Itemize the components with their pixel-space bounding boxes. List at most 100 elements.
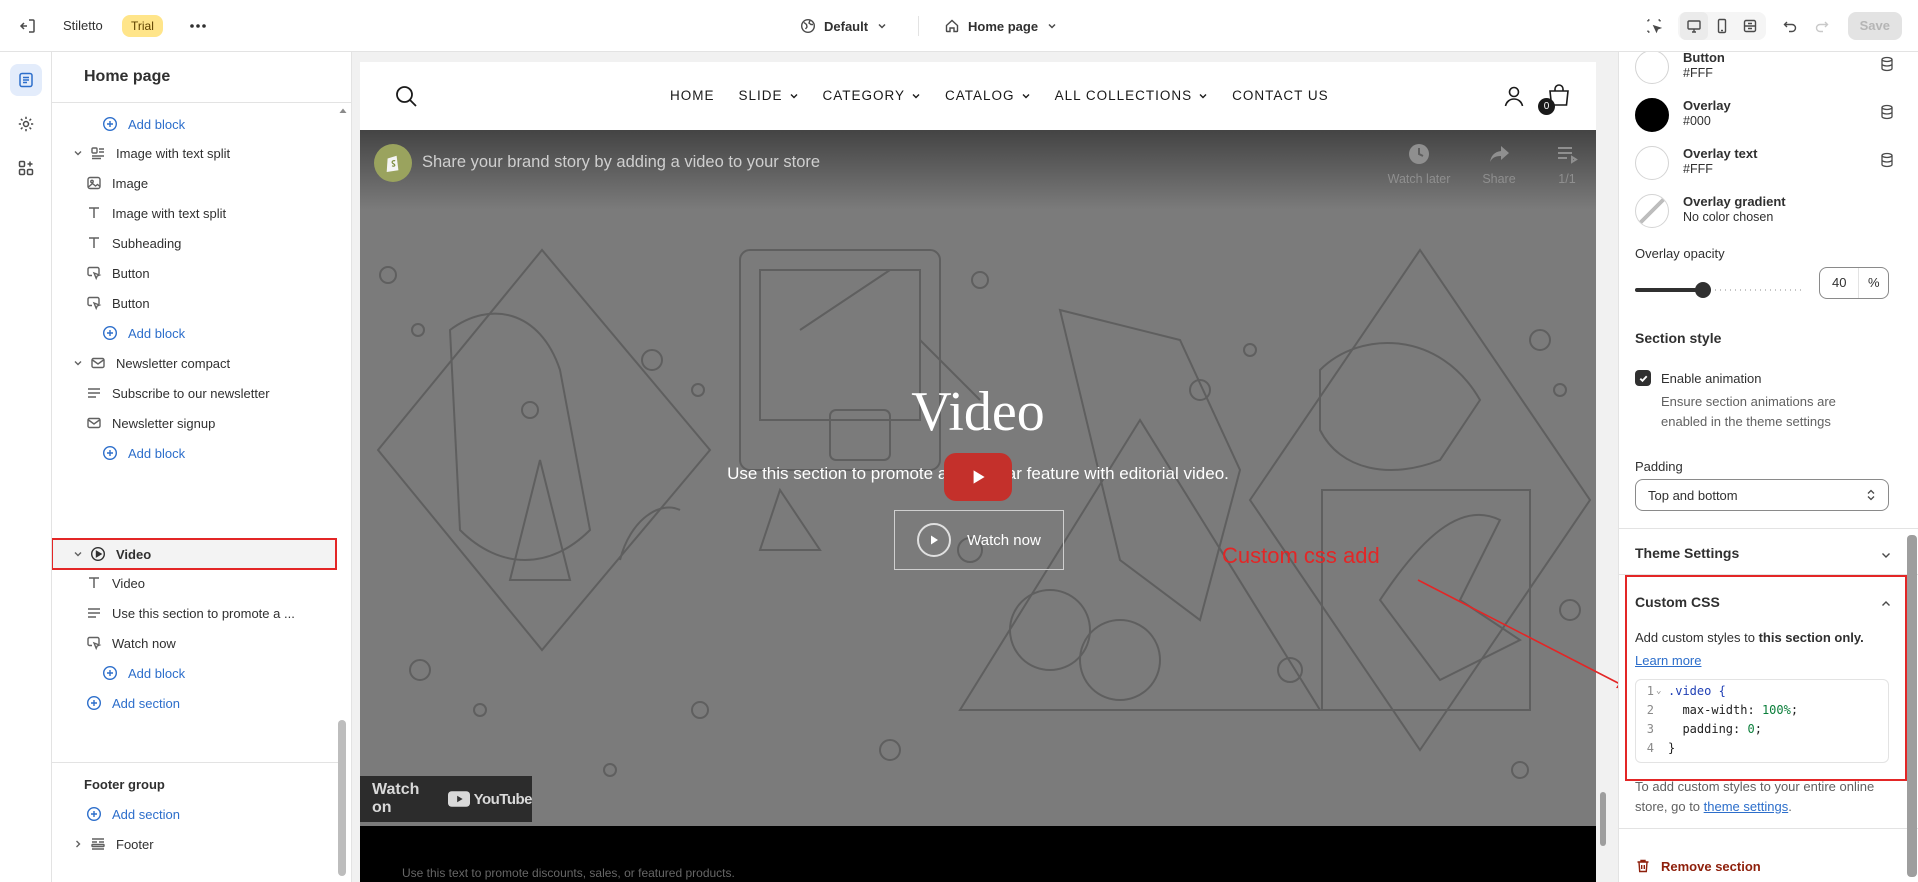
- undo-icon[interactable]: [1776, 12, 1804, 40]
- youtube-icon: [447, 791, 470, 807]
- enable-animation-checkbox[interactable]: [1635, 370, 1651, 386]
- chevron-down-icon[interactable]: [72, 147, 84, 159]
- block-image[interactable]: Image: [86, 168, 148, 198]
- more-options-icon[interactable]: [186, 16, 210, 36]
- custom-css-editor[interactable]: 1 ⌄ .video { 2 max-width: 100%; 3 padding:…: [1635, 679, 1889, 763]
- color-overlay-text[interactable]: Overlay text #FFF: [1635, 142, 1895, 186]
- section-image-with-text-split[interactable]: Image with text split: [72, 138, 230, 168]
- add-block-button[interactable]: Add block: [102, 438, 185, 468]
- color-button[interactable]: Button #FFF: [1635, 52, 1895, 90]
- remove-section-button[interactable]: Remove section: [1635, 858, 1761, 874]
- apps-icon[interactable]: [10, 152, 42, 184]
- overlay-opacity-slider[interactable]: [1635, 282, 1801, 298]
- chevron-down-icon[interactable]: [72, 548, 84, 560]
- add-block-button[interactable]: Add block: [102, 658, 185, 688]
- color-swatch[interactable]: [1635, 146, 1669, 180]
- exit-icon[interactable]: [18, 16, 38, 36]
- nav-item-category[interactable]: CATEGORY: [823, 88, 922, 103]
- color-swatch[interactable]: [1635, 98, 1669, 132]
- footer-add-section-button[interactable]: Add section: [86, 799, 180, 829]
- divider: [52, 102, 351, 103]
- nav-item-contact-us[interactable]: CONTACT US: [1232, 88, 1329, 103]
- color-overlay[interactable]: Overlay #000: [1635, 94, 1895, 138]
- block-button[interactable]: Button: [86, 258, 150, 288]
- playlist-button[interactable]: 1/1: [1532, 142, 1596, 186]
- database-icon[interactable]: [1879, 56, 1895, 72]
- database-icon[interactable]: [1879, 152, 1895, 168]
- gear-icon[interactable]: [10, 108, 42, 140]
- section-newsletter-compact[interactable]: Newsletter compact: [72, 348, 230, 378]
- select-chevron-icon: [1867, 489, 1875, 501]
- redo-icon[interactable]: [1808, 12, 1836, 40]
- color-swatch-empty[interactable]: [1635, 194, 1669, 228]
- custom-css-footer-help: To add custom styles to your entire onli…: [1635, 779, 1875, 814]
- cart-count-badge: 0: [1538, 98, 1555, 115]
- padding-select[interactable]: Top and bottom: [1635, 479, 1889, 511]
- block-video-text[interactable]: Use this section to promote a ...: [86, 598, 295, 628]
- nav-item-home[interactable]: HOME: [670, 88, 715, 103]
- learn-more-link[interactable]: Learn more: [1635, 653, 1701, 668]
- section-footer[interactable]: Footer: [72, 829, 154, 859]
- section-video[interactable]: Video: [72, 539, 151, 569]
- video-section[interactable]: Share your brand story by adding a video…: [360, 130, 1596, 826]
- block-subscribe-text[interactable]: Subscribe to our newsletter: [86, 378, 270, 408]
- block-newsletter-signup[interactable]: Newsletter signup: [86, 408, 215, 438]
- panel-scrollbar[interactable]: [1907, 535, 1917, 877]
- block-button[interactable]: Button: [86, 288, 150, 318]
- block-subheading[interactable]: Subheading: [86, 228, 181, 258]
- inspector-icon[interactable]: [1640, 12, 1668, 40]
- page-selector-label: Home page: [968, 18, 1039, 34]
- enable-animation-label[interactable]: Enable animation: [1661, 371, 1761, 386]
- sections-icon[interactable]: [10, 64, 42, 96]
- theme-selector-label: Default: [824, 18, 869, 34]
- save-button[interactable]: Save: [1847, 12, 1902, 40]
- youtube-play-button[interactable]: [944, 453, 1012, 501]
- nav-item-slide[interactable]: SLIDE: [739, 88, 799, 103]
- custom-css-heading[interactable]: Custom CSS: [1635, 594, 1720, 610]
- watch-now-button[interactable]: Watch now: [894, 510, 1064, 570]
- block-video-heading[interactable]: Video: [86, 568, 145, 598]
- announcement-text: Use this text to promote discounts, sale…: [402, 866, 735, 880]
- theme-selector[interactable]: Default: [800, 14, 888, 38]
- add-block-button[interactable]: Add block: [102, 109, 185, 139]
- top-bar: Stiletto Trial Default Home page Save: [0, 0, 1918, 52]
- share-button[interactable]: Share: [1464, 142, 1534, 186]
- chevron-right-icon[interactable]: [72, 838, 84, 850]
- add-section-button[interactable]: Add section: [86, 688, 180, 718]
- color-overlay-gradient[interactable]: Overlay gradient No color chosen: [1635, 190, 1895, 234]
- block-heading[interactable]: Image with text split: [86, 198, 226, 228]
- chevron-up-icon[interactable]: [1879, 597, 1893, 611]
- desktop-view-icon[interactable]: [1679, 12, 1708, 40]
- theme-settings-link[interactable]: theme settings: [1704, 799, 1789, 814]
- scroll-up-icon[interactable]: [338, 106, 348, 116]
- mail-icon: [87, 417, 101, 429]
- theme-settings-heading[interactable]: Theme Settings: [1635, 545, 1739, 561]
- section-style-heading: Section style: [1635, 330, 1722, 346]
- add-block-button[interactable]: Add block: [102, 318, 185, 348]
- chevron-down-icon[interactable]: [72, 357, 84, 369]
- code-line: 1 ⌄ .video {: [1646, 682, 1726, 700]
- fold-icon[interactable]: ⌄: [1656, 682, 1661, 700]
- code-line: 2 max-width: 100%;: [1646, 703, 1799, 717]
- watch-on-youtube-button[interactable]: Watch on YouTube: [360, 776, 533, 822]
- sidebar-scrollbar[interactable]: [338, 720, 346, 876]
- block-watch-now[interactable]: Watch now: [86, 628, 176, 658]
- slider-handle[interactable]: [1695, 282, 1711, 298]
- database-icon[interactable]: [1879, 104, 1895, 120]
- color-swatch[interactable]: [1635, 52, 1669, 84]
- search-icon[interactable]: [394, 84, 418, 108]
- padding-label: Padding: [1635, 459, 1683, 474]
- nav-item-catalog[interactable]: CATALOG: [945, 88, 1031, 103]
- page-selector[interactable]: Home page: [944, 14, 1058, 38]
- account-icon[interactable]: [1502, 84, 1526, 108]
- watch-later-button[interactable]: Watch later: [1384, 142, 1454, 186]
- play-circle-icon: [90, 546, 106, 562]
- chevron-down-icon[interactable]: [1879, 548, 1893, 562]
- mobile-view-icon[interactable]: [1708, 12, 1736, 40]
- nav-item-all-collections[interactable]: ALL COLLECTIONS: [1055, 88, 1209, 103]
- video-embed-title[interactable]: Share your brand story by adding a video…: [422, 153, 820, 172]
- preview-scrollbar[interactable]: [1600, 792, 1606, 846]
- play-circle-icon: [917, 523, 952, 557]
- overlay-opacity-input[interactable]: 40 %: [1819, 267, 1889, 299]
- fullscreen-view-icon[interactable]: [1736, 12, 1764, 40]
